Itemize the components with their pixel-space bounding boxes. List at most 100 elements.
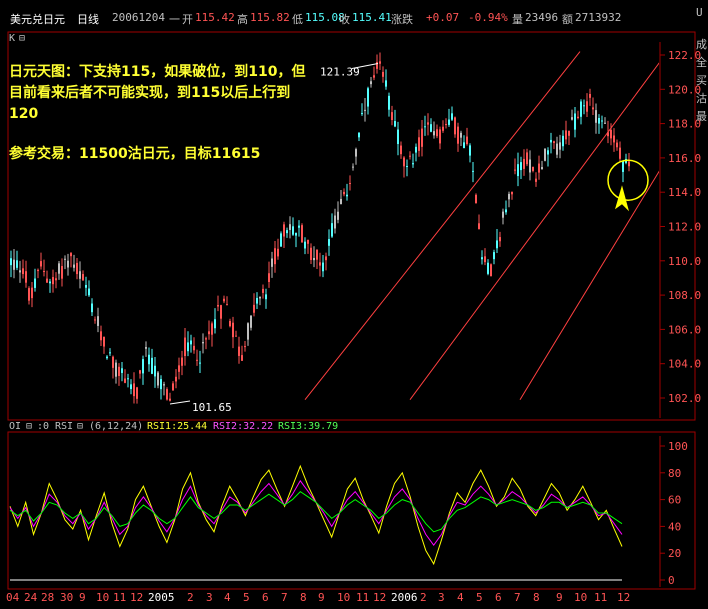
candle-body [118,366,120,377]
candle-body [343,191,345,195]
candle-body [388,95,390,110]
rsi-tick-label: 100 [668,440,688,453]
candle-body [172,383,174,391]
rsi-panel-frame [7,431,696,590]
candle-body [568,130,570,136]
time-axis-label: 6 [495,591,502,604]
candle-body [424,126,426,128]
candle-body [349,182,351,184]
time-axis-label: 7 [281,591,288,604]
rsi-collapse-icon[interactable]: ⊟ [77,421,83,432]
collapse-icon[interactable]: ⊟ [19,33,25,44]
candle-body [10,258,12,266]
time-axis-label: 9 [79,591,86,604]
candle-body [166,389,168,400]
candle-body [628,161,630,167]
time-axis-label: 5 [243,591,250,604]
time-axis-label: 12 [130,591,143,604]
candle-body [136,387,138,399]
rsi-series-rsi3 [9,490,623,533]
candle-body [112,356,114,368]
channel-line [519,170,659,400]
candle-body [379,61,381,64]
candle-body [238,346,240,356]
candle-body [214,319,216,329]
candle-body [478,223,480,230]
time-axis-label: 24 [24,591,38,604]
candle-body [289,224,291,230]
candle-body [274,248,276,265]
candle-body [550,139,552,143]
candle-body [604,122,606,124]
candle-body [187,342,189,352]
candle-body [76,262,78,275]
candle-body [100,331,102,341]
candle-body [337,211,339,220]
rsi-axis: 100 80 60 40 20 0 [10,440,688,587]
candle-body [541,167,543,170]
candle-body [502,211,504,218]
candle-body [355,149,357,157]
candle-body [538,163,540,173]
arrow-cursor [615,185,629,212]
candle-body [523,158,525,169]
candle-body [124,378,126,383]
candle-body [40,261,42,267]
time-axis-label: 28 [41,591,54,604]
candle-body [322,262,324,272]
candle-body [445,124,447,126]
candle-body [49,281,51,284]
candle-body [319,262,321,266]
time-axis-label: 5 [476,591,483,604]
candle-body [565,130,567,140]
candle-body [616,142,618,148]
candle-body [247,323,249,340]
candle-body [229,320,231,327]
candle-body [241,355,243,361]
candle-body [157,372,159,386]
candle-body [532,166,534,171]
annotation-line-4: 参考交易：11500沽日元，目标11615 [9,146,261,162]
candle-body [211,323,213,335]
candle-body [175,376,177,382]
candle-body [574,113,576,130]
time-axis-label: 2005 [148,591,175,604]
candle-body [142,359,144,374]
candle-body [427,122,429,125]
candle-body [571,117,573,120]
candle-body [193,345,195,351]
candle-body [352,166,354,168]
rsi-label: RSI [55,421,74,432]
candle-body [490,264,492,277]
time-axis-label: 8 [533,591,540,604]
candle-body [559,142,561,150]
rsi1-label: RSI1:25.44 [147,421,208,432]
candle-body [346,194,348,197]
right-strip-item: 成 [696,38,707,51]
candle-body [547,150,549,155]
candle-body [373,75,375,78]
candle-body [46,278,48,283]
candle-body [223,298,225,302]
candle-body [226,304,228,306]
candle-body [55,278,57,281]
candle-body [220,305,222,319]
right-side-panel: U 成 全 买 沽 最 [695,6,708,609]
candle-body [259,296,261,299]
channel-lines [304,51,659,401]
oi-value: :0 [37,421,50,432]
time-axis-label: 30 [60,591,73,604]
time-axis-label: 12 [373,591,386,604]
candle-body [430,124,432,132]
time-axis-label: 10 [574,591,587,604]
candle-body [73,264,75,268]
rsi-lines [9,464,623,566]
candle-body [121,368,123,373]
candle-body [181,357,183,366]
candle-body [601,120,603,122]
candle-body [364,109,366,111]
candle-body [466,136,468,145]
candle-body [277,248,279,257]
low-mark-label: 101.65 [192,401,232,414]
oi-collapse-icon[interactable]: ⊟ [26,421,32,432]
